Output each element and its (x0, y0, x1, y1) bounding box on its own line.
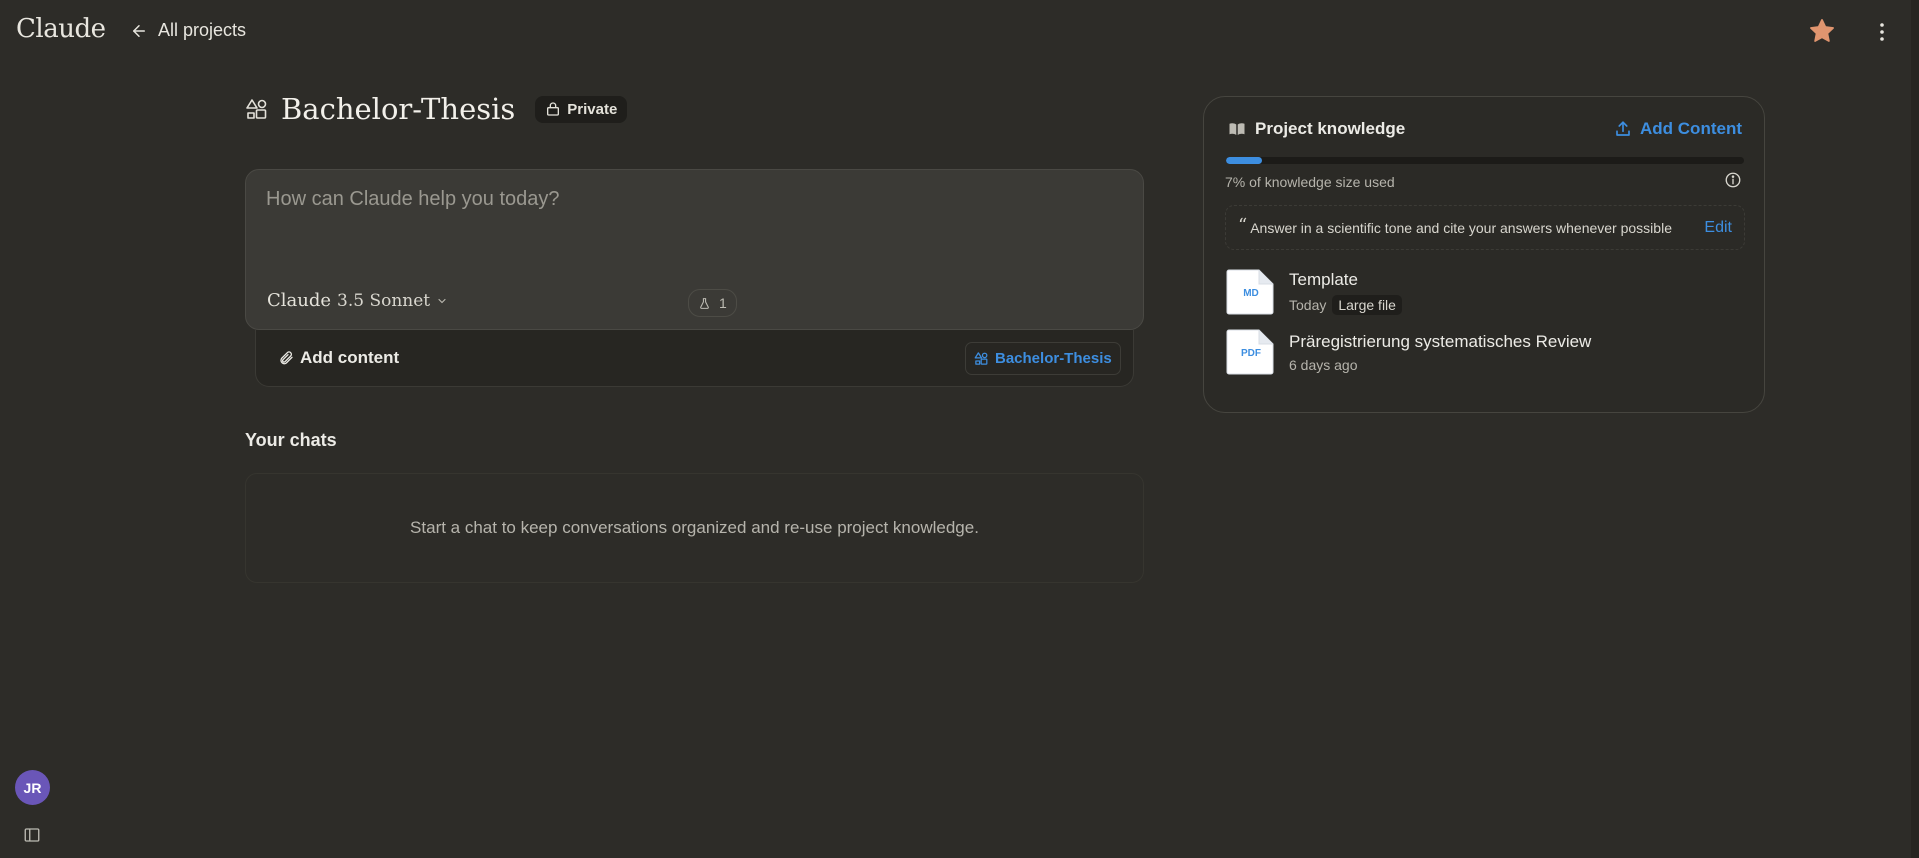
star-icon (1810, 19, 1834, 42)
all-projects-link[interactable]: All projects (130, 20, 246, 41)
knowledge-usage-bar (1226, 157, 1744, 164)
project-title: Bachelor-Thesis (281, 92, 516, 126)
upload-icon (1616, 121, 1630, 136)
claude-logo[interactable]: Claude (16, 14, 106, 44)
instructions-text: Answer in a scientific tone and cite you… (1250, 219, 1672, 236)
add-knowledge-button[interactable]: Add Content (1614, 119, 1742, 139)
chats-heading: Your chats (245, 430, 337, 450)
chats-empty-state: Start a chat to keep conversations organ… (245, 473, 1144, 583)
project-instructions[interactable]: “ Answer in a scientific tone and cite y… (1225, 205, 1745, 250)
project-icon (246, 99, 267, 119)
user-avatar[interactable]: JR (15, 770, 50, 805)
arrow-left-icon (133, 24, 145, 37)
knowledge-title: Project knowledge (1255, 119, 1406, 138)
add-content-button[interactable]: Add content (278, 348, 399, 368)
style-count: 1 (719, 295, 727, 311)
knowledge-usage-fill (1226, 157, 1263, 164)
quote-mark: “ (1238, 215, 1248, 236)
visibility-label: Private (567, 100, 618, 118)
file-name: Template (1289, 269, 1358, 289)
file-type-label: MD (1243, 288, 1259, 299)
model-brand: Claude (267, 290, 332, 311)
knowledge-usage-text: 7% of knowledge size used (1225, 174, 1395, 190)
project-chip-label: Bachelor-Thesis (995, 350, 1112, 367)
sidebar-toggle-icon[interactable] (23, 826, 41, 844)
model-selector[interactable]: Claude 3.5 Sonnet (267, 290, 448, 311)
lock-icon (547, 102, 560, 116)
more-vertical-icon (1880, 23, 1884, 41)
info-icon[interactable] (1724, 171, 1742, 189)
project-icon (974, 352, 988, 365)
more-options-button[interactable] (1870, 18, 1894, 46)
project-chip[interactable]: Bachelor-Thesis (965, 342, 1121, 375)
file-name: Präregistrierung systematisches Review (1289, 331, 1592, 351)
paperclip-icon (280, 351, 293, 365)
chat-composer: Claude 3.5 Sonnet 1 (245, 169, 1144, 330)
file-date: Today (1289, 296, 1327, 313)
file-date: 6 days ago (1289, 356, 1358, 373)
file-type-label: PDF (1241, 348, 1261, 359)
all-projects-label: All projects (158, 20, 247, 40)
file-thumbnail: MD (1226, 267, 1276, 317)
large-file-badge: Large file (1332, 294, 1402, 315)
knowledge-file-item[interactable]: PDF Präregistrierung systematisches Revi… (1226, 327, 1591, 377)
add-content-label: Add content (300, 348, 400, 367)
scrollbar[interactable] (1911, 0, 1919, 858)
file-thumbnail: PDF (1226, 327, 1276, 377)
model-version: 3.5 Sonnet (337, 291, 431, 311)
visibility-badge[interactable]: Private (535, 95, 628, 123)
chats-empty-text: Start a chat to keep conversations organ… (410, 518, 979, 537)
knowledge-file-item[interactable]: MD Template Today Large file (1226, 267, 1402, 317)
project-header: Bachelor-Thesis Private (245, 92, 628, 126)
project-knowledge-panel: Project knowledge Add Content 7% of know… (1203, 96, 1765, 413)
knowledge-header: Project knowledge (1228, 119, 1405, 139)
edit-instructions-button[interactable]: Edit (1704, 219, 1732, 237)
composer-footer: Add content Bachelor-Thesis (255, 330, 1134, 387)
chevron-down-icon (438, 298, 446, 303)
style-selector[interactable]: 1 (688, 289, 737, 317)
message-input[interactable] (266, 188, 1106, 211)
add-knowledge-label: Add Content (1640, 119, 1742, 138)
flask-icon (700, 297, 709, 309)
book-icon (1229, 123, 1245, 135)
star-project-button[interactable] (1808, 17, 1836, 45)
